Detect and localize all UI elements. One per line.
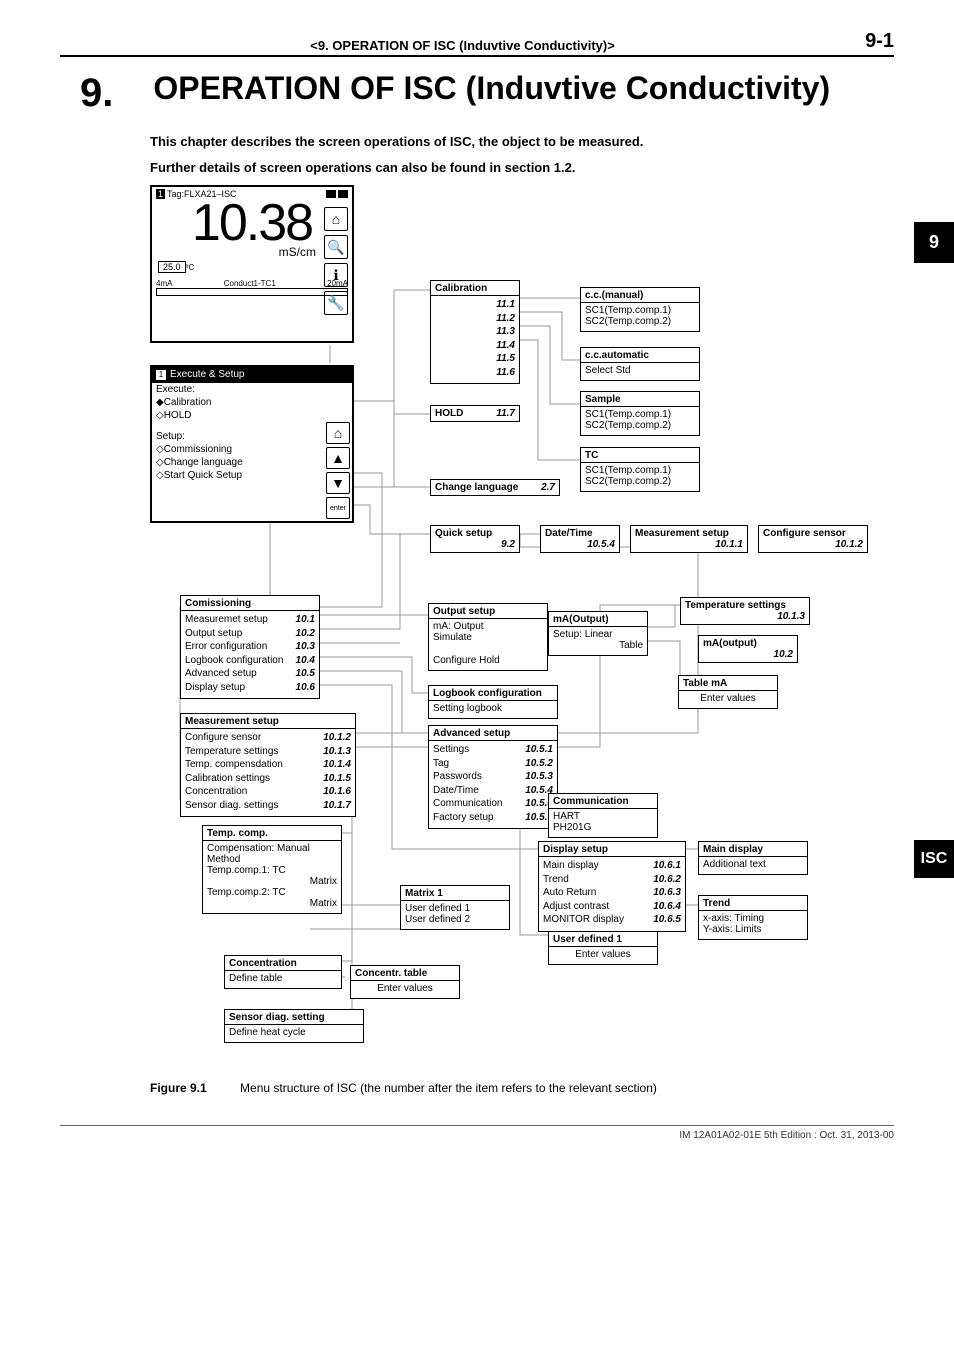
- up-icon: ▲: [326, 447, 350, 469]
- down-icon: ▼: [326, 472, 350, 494]
- menu-screen: 1 Execute & Setup Execute: ◆Calibration ◇…: [150, 365, 354, 523]
- temp-settings-link-box: Temperature settings10.1.3: [680, 597, 810, 625]
- tc-box: TC SC1(Temp.comp.1) SC2(Temp.comp.2): [580, 447, 700, 492]
- table-ma-box: Table mA Enter values: [678, 675, 778, 709]
- side-tab-isc: ISC: [914, 840, 954, 878]
- enter-icon: enter: [326, 497, 350, 519]
- user-defined-1-box: User defined 1 Enter values: [548, 931, 658, 965]
- chapter-title: OPERATION OF ISC (Induvtive Conductivity…: [153, 71, 830, 106]
- zoom-icon: 🔍: [324, 235, 348, 259]
- output-setup-box: Output setup mA: Output Simulate Configu…: [428, 603, 548, 671]
- setup-label: Setup:: [152, 430, 352, 443]
- info-icon: ℹ: [324, 263, 348, 287]
- menu-item: ◇Change language: [152, 456, 352, 469]
- sample-box: Sample SC1(Temp.comp.1) SC2(Temp.comp.2): [580, 391, 700, 436]
- matrix1-box: Matrix 1 User defined 1 User defined 2: [400, 885, 510, 930]
- intro-2: Further details of screen operations can…: [150, 158, 894, 178]
- execute-label: Execute:: [152, 383, 352, 396]
- chapter-number: 9.: [80, 71, 113, 116]
- status-icon: [338, 190, 348, 198]
- menu-title: Execute & Setup: [170, 369, 245, 380]
- foot-l: 4mA: [156, 279, 172, 288]
- datetime-box: Date/Time10.5.4: [540, 525, 620, 553]
- measurement-setup-box: Measurement setup Configure sensor10.1.2…: [180, 713, 356, 817]
- wrench-icon: 🔧: [324, 291, 348, 315]
- menu-item: ◇Start Quick Setup: [152, 469, 352, 482]
- chapter-heading: 9. OPERATION OF ISC (Induvtive Conductiv…: [80, 71, 894, 116]
- measurement-value: 10.38: [152, 197, 352, 249]
- quick-setup-box: Quick setup9.2: [430, 525, 520, 553]
- concentr-table-box: Concentr. table Enter values: [350, 965, 460, 999]
- sensor-diag-box: Sensor diag. setting Define heat cycle: [224, 1009, 364, 1043]
- side-tab-chapter: 9: [914, 222, 954, 263]
- meas-setup-link-box: Measurement setup10.1.1: [630, 525, 748, 553]
- page-footer: IM 12A01A02-01E 5th Edition : Oct. 31, 2…: [60, 1125, 894, 1141]
- communication-box: Communication HART PH201G: [548, 793, 658, 838]
- change-lang-box: Change language2.7: [430, 479, 560, 496]
- advanced-box: Advanced setup Settings10.5.1 Tag10.5.2 …: [428, 725, 558, 829]
- menu-item: ◆Calibration: [152, 396, 352, 409]
- page-header: <9. OPERATION OF ISC (Induvtive Conducti…: [60, 30, 894, 57]
- figure-caption: Figure 9.1 Menu structure of ISC (the nu…: [150, 1081, 894, 1095]
- header-page-number: 9-1: [865, 30, 894, 53]
- intro-1: This chapter describes the screen operat…: [150, 132, 894, 152]
- home-icon: ⌂: [326, 422, 350, 444]
- sensor-icon: 1: [156, 370, 166, 380]
- logbook-box: Logbook configuration Setting logbook: [428, 685, 558, 719]
- cc-manual-box: c.c.(manual) SC1(Temp.comp.1) SC2(Temp.c…: [580, 287, 700, 332]
- cc-auto-box: c.c.automatic Select Std: [580, 347, 700, 381]
- concentration-box: Concentration Define table: [224, 955, 342, 989]
- trend-box: Trend x-axis: Timing Y-axis: Limits: [698, 895, 808, 940]
- calibration-box: Calibration 11.1 11.2 11.3 11.4 11.5 11.…: [430, 280, 520, 384]
- main-display-box: Main display Additional text: [698, 841, 808, 875]
- ma-output-box: mA(Output) Setup: Linear Table: [548, 611, 648, 656]
- home-icon: ⌂: [324, 207, 348, 231]
- header-section: <9. OPERATION OF ISC (Induvtive Conducti…: [310, 38, 615, 53]
- temp-comp-box: Temp. comp. Compensation: Manual Method …: [202, 825, 342, 914]
- conf-sensor-link-box: Configure sensor10.1.2: [758, 525, 868, 553]
- main-screen: 1Tag:FLXA21–ISC 10.38 mS/cm 25.0ºC 4mA C…: [150, 185, 354, 343]
- foot-c: Conduct1-TC1: [224, 279, 276, 288]
- hold-box: HOLD11.7: [430, 405, 520, 422]
- ma-output2-link-box: mA(output)10.2: [698, 635, 798, 663]
- sensor-icon: 1: [156, 189, 165, 199]
- figure-diagram: 1Tag:FLXA21–ISC 10.38 mS/cm 25.0ºC 4mA C…: [150, 185, 870, 1075]
- commissioning-box: Comissioning Measuremet setup10.1 Output…: [180, 595, 320, 699]
- menu-item: ◇HOLD: [152, 409, 352, 422]
- menu-item: ◇Commissioning: [152, 443, 352, 456]
- status-icon: [326, 190, 336, 198]
- display-setup-box: Display setup Main display10.6.1 Trend10…: [538, 841, 686, 932]
